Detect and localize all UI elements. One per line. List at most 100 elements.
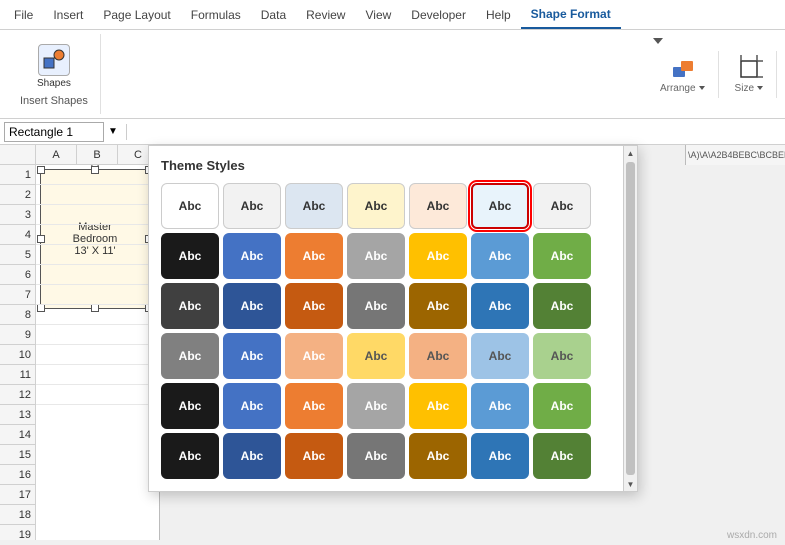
theme-cell-0-3[interactable]: Abc <box>347 183 405 229</box>
theme-cell-4-4[interactable]: Abc <box>409 383 467 429</box>
theme-cell-0-1[interactable]: Abc <box>223 183 281 229</box>
theme-cell-0-4[interactable]: Abc <box>409 183 467 229</box>
theme-cell-4-6[interactable]: Abc <box>533 383 591 429</box>
row-15: 15 <box>0 445 35 465</box>
theme-row-0: AbcAbcAbcAbcAbcAbcAbc <box>161 183 625 229</box>
row-13: 13 <box>0 405 35 425</box>
theme-cell-1-6[interactable]: Abc <box>533 233 591 279</box>
watermark: wsxdn.com <box>727 530 777 541</box>
mid-handle-t[interactable] <box>91 166 99 174</box>
scroll-down-button[interactable]: ▼ <box>624 477 637 491</box>
theme-cell-4-2[interactable]: Abc <box>285 383 343 429</box>
row-12: 12 <box>0 385 35 405</box>
shape-text-line2: Bedroom <box>73 233 118 245</box>
row-2: 2 <box>0 185 35 205</box>
theme-cell-4-1[interactable]: Abc <box>223 383 281 429</box>
theme-cell-5-6[interactable]: Abc <box>533 433 591 479</box>
master-bedroom-shape[interactable]: Master Bedroom 13' X 11' <box>40 169 150 309</box>
mid-handle-l[interactable] <box>37 235 45 243</box>
theme-cell-3-2[interactable]: Abc <box>285 333 343 379</box>
dropdown-arrow[interactable] <box>651 34 665 51</box>
theme-cell-4-3[interactable]: Abc <box>347 383 405 429</box>
theme-cell-1-3[interactable]: Abc <box>347 233 405 279</box>
theme-cell-2-1[interactable]: Abc <box>223 283 281 329</box>
theme-cell-2-5[interactable]: Abc <box>471 283 529 329</box>
tab-help[interactable]: Help <box>476 0 521 29</box>
scroll-up-button[interactable]: ▲ <box>624 146 637 160</box>
theme-cell-1-0[interactable]: Abc <box>161 233 219 279</box>
theme-cell-0-6[interactable]: Abc <box>533 183 591 229</box>
ribbon-content: Shapes Insert Shapes Arrange <box>0 30 785 118</box>
theme-cell-3-1[interactable]: Abc <box>223 333 281 379</box>
scrollbar-thumb[interactable] <box>626 162 635 475</box>
tab-shape-format[interactable]: Shape Format <box>521 0 621 29</box>
tab-page-layout[interactable]: Page Layout <box>93 0 180 29</box>
theme-cell-3-6[interactable]: Abc <box>533 333 591 379</box>
corner-handle-tl[interactable] <box>37 166 45 174</box>
col-header-a: A <box>36 145 77 164</box>
name-box-bar: ▼ <box>0 119 785 145</box>
size-button[interactable]: Size <box>723 51 777 98</box>
theme-cell-5-0[interactable]: Abc <box>161 433 219 479</box>
row-9: 9 <box>0 325 35 345</box>
tab-file[interactable]: File <box>4 0 43 29</box>
theme-grid: AbcAbcAbcAbcAbcAbcAbcAbcAbcAbcAbcAbcAbcA… <box>161 183 625 479</box>
theme-cell-5-1[interactable]: Abc <box>223 433 281 479</box>
theme-row-2: AbcAbcAbcAbcAbcAbcAbc <box>161 283 625 329</box>
shape-text-line1: Master <box>78 221 112 233</box>
ribbon-tabs: File Insert Page Layout Formulas Data Re… <box>0 0 785 30</box>
row-6: 6 <box>0 265 35 285</box>
tab-developer[interactable]: Developer <box>401 0 476 29</box>
tab-review[interactable]: Review <box>296 0 355 29</box>
row-1: 1 <box>0 165 35 185</box>
theme-cell-5-2[interactable]: Abc <box>285 433 343 479</box>
theme-cell-1-1[interactable]: Abc <box>223 233 281 279</box>
col-header-b: B <box>77 145 118 164</box>
size-label: Size <box>735 83 764 94</box>
row-11: 11 <box>0 365 35 385</box>
theme-row-5: AbcAbcAbcAbcAbcAbcAbc <box>161 433 625 479</box>
theme-cell-3-0[interactable]: Abc <box>161 333 219 379</box>
arrange-button[interactable]: Arrange <box>648 51 719 98</box>
row-7: 7 <box>0 285 35 305</box>
theme-cell-3-5[interactable]: Abc <box>471 333 529 379</box>
theme-cell-1-2[interactable]: Abc <box>285 233 343 279</box>
arrange-label: Arrange <box>660 83 706 94</box>
ribbon-group-shapes: Shapes Insert Shapes <box>8 34 101 114</box>
tab-formulas[interactable]: Formulas <box>181 0 251 29</box>
theme-cell-2-3[interactable]: Abc <box>347 283 405 329</box>
theme-cell-2-2[interactable]: Abc <box>285 283 343 329</box>
theme-cell-5-4[interactable]: Abc <box>409 433 467 479</box>
insert-shapes-button[interactable]: Insert Shapes <box>16 93 92 109</box>
shapes-button[interactable]: Shapes <box>33 40 75 93</box>
theme-cell-0-0[interactable]: Abc <box>161 183 219 229</box>
theme-cell-5-3[interactable]: Abc <box>347 433 405 479</box>
tab-view[interactable]: View <box>355 0 401 29</box>
theme-cell-0-5[interactable]: Abc <box>471 183 529 229</box>
scrollbar[interactable]: ▲ ▼ <box>623 146 637 491</box>
row-17: 17 <box>0 485 35 505</box>
row-5: 5 <box>0 245 35 265</box>
theme-cell-1-5[interactable]: Abc <box>471 233 529 279</box>
theme-styles-title: Theme Styles <box>161 158 625 173</box>
theme-cell-2-0[interactable]: Abc <box>161 283 219 329</box>
theme-cell-2-6[interactable]: Abc <box>533 283 591 329</box>
name-box-input[interactable] <box>4 122 104 142</box>
tab-data[interactable]: Data <box>251 0 296 29</box>
theme-cell-1-4[interactable]: Abc <box>409 233 467 279</box>
theme-cell-4-0[interactable]: Abc <box>161 383 219 429</box>
name-box-dropdown[interactable]: ▼ <box>108 126 118 137</box>
tab-insert[interactable]: Insert <box>43 0 93 29</box>
theme-row-3: AbcAbcAbcAbcAbcAbcAbc <box>161 333 625 379</box>
shape-text-line3: 13' X 11' <box>74 245 115 257</box>
row-19: 19 <box>0 525 35 540</box>
mid-handle-b[interactable] <box>91 304 99 312</box>
corner-handle-bl[interactable] <box>37 304 45 312</box>
theme-cell-0-2[interactable]: Abc <box>285 183 343 229</box>
theme-cell-3-4[interactable]: Abc <box>409 333 467 379</box>
theme-cell-2-4[interactable]: Abc <box>409 283 467 329</box>
theme-cell-5-5[interactable]: Abc <box>471 433 529 479</box>
theme-cell-3-3[interactable]: Abc <box>347 333 405 379</box>
row-16: 16 <box>0 465 35 485</box>
theme-cell-4-5[interactable]: Abc <box>471 383 529 429</box>
